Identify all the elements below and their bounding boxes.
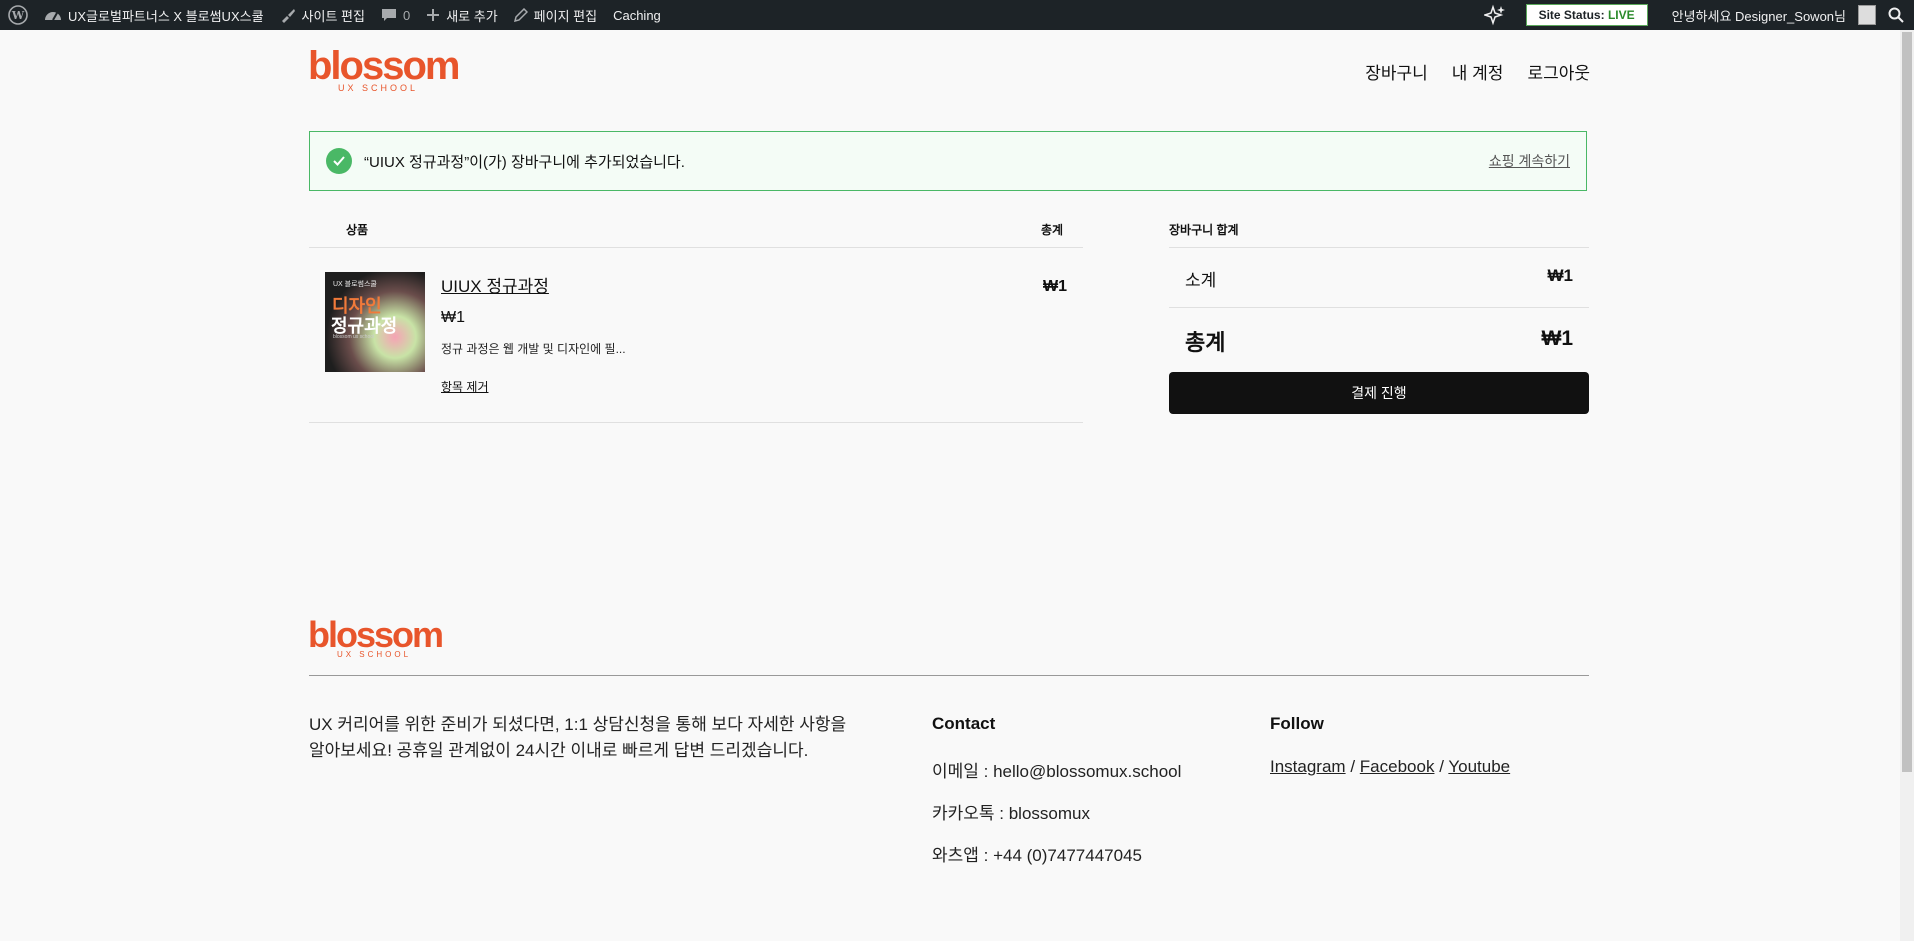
wordpress-logo-icon[interactable]: W	[0, 0, 36, 30]
site-logo[interactable]: blossom UX SCHOOL	[308, 44, 460, 93]
product-description: 정규 과정은 웹 개발 및 디자인에 필...	[441, 342, 626, 356]
footer-logo[interactable]: blossom UX SCHOOL	[308, 614, 444, 659]
contact-whatsapp: 와츠앱 : +44 (0)7477447045	[932, 846, 1142, 865]
continue-shopping-link[interactable]: 쇼핑 계속하기	[1489, 151, 1570, 171]
caching-menu[interactable]: Caching	[605, 0, 669, 30]
site-edit-label: 사이트 편집	[301, 8, 365, 24]
comments-count: 0	[402, 7, 411, 23]
comment-icon	[381, 9, 396, 21]
pencil-icon	[513, 8, 528, 22]
notice-message: “UIUX 정규과정”이(가) 장바구니에 추가되었습니다.	[364, 153, 685, 171]
follow-heading: Follow	[1270, 714, 1324, 733]
check-icon	[326, 148, 352, 174]
product-name-link[interactable]: UIUX 정규과정	[441, 272, 549, 297]
svg-text:W: W	[11, 9, 25, 22]
footer-logo-wordmark: blossom	[308, 614, 444, 655]
facebook-link[interactable]: Facebook	[1360, 757, 1435, 776]
brush-icon	[281, 9, 295, 23]
page-scrollbar[interactable]	[1900, 30, 1914, 941]
plus-icon	[427, 9, 440, 21]
nav-my-account[interactable]: 내 계정	[1452, 59, 1504, 84]
caching-label: Caching	[613, 7, 661, 23]
footer-divider	[309, 675, 1589, 676]
new-content-label: 새로 추가	[446, 8, 498, 24]
cart-added-notice: “UIUX 정규과정”이(가) 장바구니에 추가되었습니다. 쇼핑 계속하기	[309, 131, 1587, 191]
instagram-link[interactable]: Instagram	[1270, 757, 1346, 776]
main-nav: 장바구니 내 계정 로그아웃	[1365, 59, 1590, 84]
site-name: UX글로벌파트너스 X 블로썸UX스쿨	[68, 8, 264, 24]
contact-email: 이메일 : hello@blossomux.school	[932, 762, 1182, 781]
link-separator: /	[1439, 757, 1444, 776]
search-icon[interactable]	[1880, 0, 1914, 30]
my-account-menu[interactable]: 안녕하세요 Designer_Sowon님	[1664, 0, 1880, 30]
total-column-header: 총계	[1041, 223, 1064, 237]
subtotal-value: ₩1	[1547, 266, 1574, 285]
site-status-label: Site Status:	[1538, 8, 1605, 22]
new-content-menu[interactable]: 새로 추가	[418, 0, 505, 30]
line-total: ₩1	[1043, 278, 1067, 295]
greeting: 안녕하세요 Designer_Sowon님	[1671, 8, 1846, 24]
logo-wordmark: blossom	[308, 44, 460, 88]
product-thumbnail[interactable]: UX 블로썸스쿨 디자인 정규과정 blossom ux school	[325, 272, 425, 372]
edit-page-label: 페이지 편집	[533, 8, 598, 24]
comments-menu[interactable]: 0	[373, 0, 418, 30]
cart-totals-title: 장바구니 합계	[1169, 223, 1239, 237]
nav-logout[interactable]: 로그아웃	[1527, 59, 1590, 84]
social-links: Instagram / Facebook / Youtube	[1270, 757, 1510, 777]
thumb-caption: UX 블로썸스쿨	[333, 281, 377, 288]
site-status-value: LIVE	[1607, 8, 1635, 22]
product-price: ₩1	[441, 309, 465, 326]
youtube-link[interactable]: Youtube	[1448, 757, 1510, 776]
link-separator: /	[1350, 757, 1356, 776]
dashboard-icon	[45, 12, 61, 21]
thumb-footer: blossom ux school	[333, 334, 375, 340]
product-column-header: 상품	[346, 223, 369, 237]
order-total-label: 총계	[1185, 330, 1226, 355]
footer-description: UX 커리어를 위한 준비가 되셨다면, 1:1 상담신청을 통해 보다 자세한…	[309, 715, 847, 760]
admin-bar: W UX글로벌파트너스 X 블로썸UX스쿨 사이트 편집 0 새로 추가 페이지…	[0, 0, 1914, 30]
table-row-divider	[309, 422, 1083, 423]
table-header-divider	[309, 247, 1083, 248]
subtotal-label: 소계	[1185, 271, 1217, 290]
nav-cart[interactable]: 장바구니	[1365, 59, 1428, 84]
edit-page-menu[interactable]: 페이지 편집	[506, 0, 605, 30]
ai-sparkle-icon[interactable]	[1476, 0, 1514, 30]
contact-heading: Contact	[932, 714, 996, 733]
site-name-menu[interactable]: UX글로벌파트너스 X 블로썸UX스쿨	[36, 0, 272, 30]
site-edit-menu[interactable]: 사이트 편집	[272, 0, 373, 30]
order-total-value: ₩1	[1541, 327, 1574, 350]
subtotal-divider	[1169, 307, 1589, 308]
site-status-badge[interactable]: Site Status: LIVE	[1525, 4, 1648, 26]
remove-item-link[interactable]: 항목 제거	[441, 378, 489, 395]
proceed-to-checkout-button[interactable]: 결제 진행	[1169, 372, 1589, 414]
totals-header-divider	[1169, 247, 1589, 248]
contact-kakao: 카카오톡 : blossomux	[932, 804, 1090, 823]
avatar	[1858, 5, 1876, 25]
scrollbar-thumb[interactable]	[1902, 32, 1912, 772]
